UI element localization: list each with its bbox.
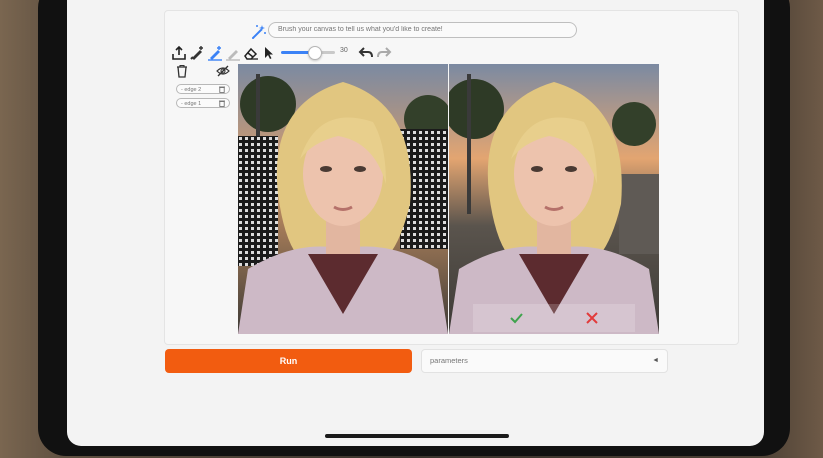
input-canvas-image[interactable] — [238, 64, 448, 334]
brush-size-slider-thumb[interactable] — [308, 46, 322, 60]
trash-icon[interactable] — [175, 64, 189, 78]
brush-size-value: 30 — [340, 47, 348, 54]
layer-label: - edge 1 — [181, 101, 202, 107]
undo-icon[interactable] — [358, 45, 374, 61]
run-button[interactable]: Run — [165, 349, 412, 373]
pointer-icon[interactable] — [261, 45, 277, 61]
magic-wand-icon[interactable] — [251, 24, 267, 40]
canvas-panel: 30 - edge 2 - edge 1 — [164, 10, 739, 345]
parameters-accordion[interactable]: parameters ◄ — [421, 349, 668, 373]
brush-add-icon[interactable] — [189, 45, 205, 61]
layer-item-edge-1[interactable]: - edge 1 — [176, 98, 230, 108]
brush-edge-icon[interactable] — [207, 45, 223, 61]
eye-off-icon[interactable] — [216, 64, 230, 78]
output-image — [449, 64, 659, 334]
redo-icon[interactable] — [376, 45, 392, 61]
layer-delete-icon[interactable] — [219, 100, 225, 107]
upload-icon[interactable] — [171, 45, 187, 61]
confirm-bar — [473, 304, 635, 332]
home-indicator — [325, 434, 509, 438]
caret-left-icon: ◄ — [652, 357, 659, 364]
layer-label: - edge 2 — [181, 87, 202, 93]
photo-scene: 30 - edge 2 - edge 1 — [0, 0, 823, 458]
layer-delete-icon[interactable] — [219, 86, 225, 93]
prompt-input[interactable] — [268, 22, 577, 38]
brush-disabled-icon[interactable] — [225, 45, 241, 61]
eraser-icon[interactable] — [243, 45, 259, 61]
layer-item-edge-2[interactable]: - edge 2 — [176, 84, 230, 94]
parameters-label: parameters — [430, 356, 468, 365]
tablet-screen: 30 - edge 2 - edge 1 — [67, 0, 764, 446]
